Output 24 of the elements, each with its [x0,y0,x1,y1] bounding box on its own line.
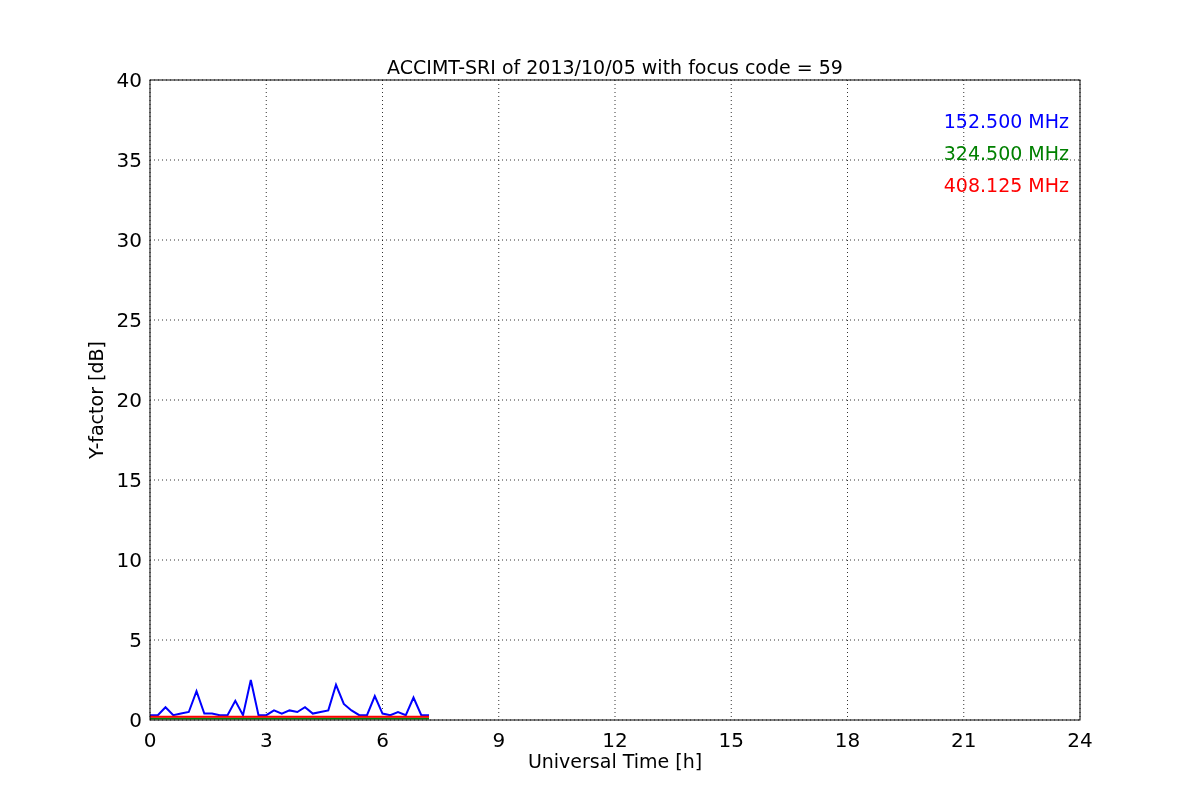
x-tick-label: 0 [143,728,157,752]
x-tick-label: 3 [259,728,273,752]
x-tick-label: 24 [1067,728,1093,752]
y-tick-label: 10 [116,548,142,572]
x-tick-label: 21 [951,728,977,752]
x-tick-label: 15 [718,728,744,752]
x-tick-label: 9 [492,728,506,752]
y-tick-label: 30 [116,228,142,252]
y-tick-label: 15 [116,468,142,492]
legend-label: 324.500 MHz [943,142,1069,164]
x-axis-label: Universal Time [h] [527,750,703,772]
y-axis-label: Y-factor [dB] [85,341,107,459]
x-tick-label: 12 [602,728,628,752]
x-tick-label: 6 [376,728,389,752]
y-tick-label: 20 [116,388,142,412]
y-tick-label: 25 [116,308,142,332]
legend-label: 152.500 MHz [943,110,1069,132]
y-tick-label: 40 [116,68,142,92]
x-tick-label: 18 [834,728,861,752]
y-tick-label: 35 [116,148,142,172]
legend-label: 408.125 MHz [943,174,1069,196]
y-tick-label: 5 [129,628,142,652]
chart-title: ACCIMT-SRI of 2013/10/05 with focus code = 59 [387,56,843,78]
y-tick-label: 0 [129,708,142,732]
